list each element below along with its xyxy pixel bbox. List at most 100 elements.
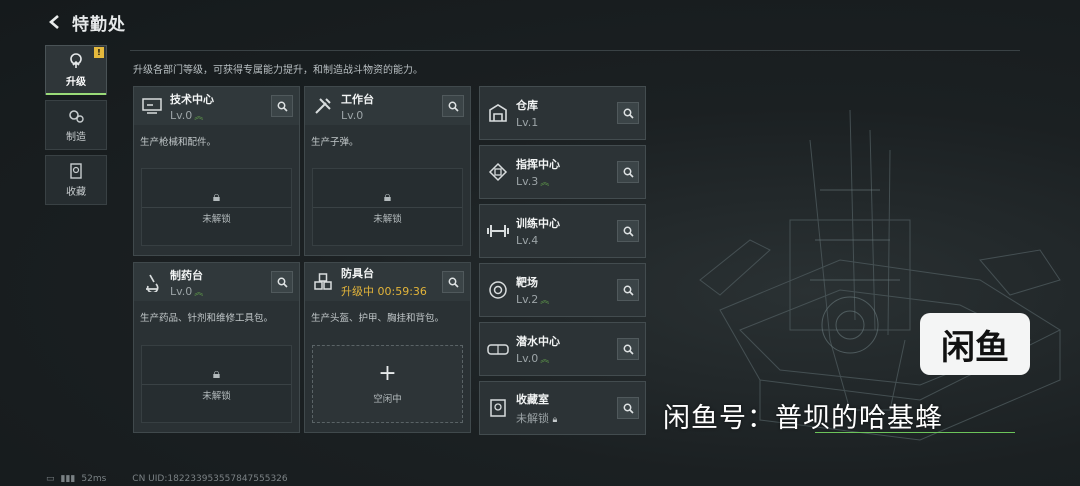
nav-tab-label: 升级 [66,77,86,88]
slot-status: 未解锁 [202,391,231,402]
facility-command-center[interactable]: 指挥中心 Lv.3 ︽ [479,145,646,199]
nav-tab-craft[interactable]: 制造 [45,100,107,150]
search-icon[interactable] [617,220,639,242]
collection-room-icon [480,381,516,435]
signal-icon: ▮▮▮ [60,474,76,484]
facility-level: Lv.2 ︽ [516,293,550,306]
upgrade-chevron-icon: ︽ [194,111,204,122]
gears-icon [67,107,85,125]
facility-training-center[interactable]: 训练中心 Lv.4 [479,204,646,258]
production-slot: 🔒︎ 未解锁 [141,345,292,423]
chip-icon [480,145,516,199]
workshop-level: Lv.0 ︽ [170,108,204,122]
search-icon[interactable] [442,271,464,293]
card-header: 技术中心 Lv.0 ︽ [134,87,299,125]
diving-goggles-icon [480,322,516,376]
workshop-name: 工作台 [341,92,374,106]
workshop-card-pharmacy[interactable]: 制药台 Lv.0 ︽ 生产药品、针剂和维修工具包。 🔒︎ 未解锁 [133,262,300,433]
workshop-card-armor[interactable]: 防具台 升级中 00:59:36 生产头盔、护甲、胸挂和背包。 + 空闲中 [304,262,471,433]
target-icon [480,263,516,317]
upgrade-chevron-icon: ︽ [540,355,550,365]
search-icon[interactable] [617,279,639,301]
facility-name: 潜水中心 [516,335,560,348]
workshop-name: 技术中心 [170,92,214,106]
workshop-card-tech-center[interactable]: 技术中心 Lv.0 ︽ 生产枪械和配件。 🔒︎ 未解锁 [133,86,300,256]
upgrade-chevron-icon: ︽ [540,296,550,306]
facility-name: 指挥中心 [516,158,560,171]
ping-readout: 52ms [81,474,107,484]
facility-level: Lv.3 ︽ [516,175,550,188]
card-header: 工作台 Lv.0 [305,87,470,125]
search-icon[interactable] [617,397,639,419]
facility-name: 靶场 [516,276,538,289]
slot-status: 未解锁 [202,214,231,225]
facility-name: 仓库 [516,99,538,112]
production-slot: 🔒︎ 未解锁 [141,168,292,246]
back-arrow-icon[interactable] [44,11,66,33]
production-slot-idle[interactable]: + 空闲中 [312,345,463,423]
header-divider [130,50,1020,51]
workshop-description: 生产子弹。 [311,137,359,148]
slot-status: 未解锁 [373,214,402,225]
tech-center-icon [134,87,170,125]
player-uid: CN UID:182233953557847555326 [132,474,288,484]
nav-tab-upgrade[interactable]: ! 升级 [45,45,107,95]
nav-tab-collection[interactable]: 收藏 [45,155,107,205]
card-header: 防具台 升级中 00:59:36 [305,263,470,301]
facility-level: Lv.1 [516,116,539,129]
search-icon[interactable] [271,95,293,117]
warehouse-icon [480,86,516,140]
workshop-name: 制药台 [170,268,203,282]
workshop-card-workbench[interactable]: 工作台 Lv.0 生产子弹。 🔒︎ 未解锁 [304,86,471,256]
watermark-text: 闲鱼号：普坝的哈基蜂 [663,403,943,434]
workshop-description: 生产头盔、护甲、胸挂和背包。 [311,313,445,324]
search-icon[interactable] [617,338,639,360]
armor-cubes-icon [305,263,341,301]
search-icon[interactable] [617,102,639,124]
intro-text: 升级各部门等级，可获得专属能力提升，和制造战斗物资的能力。 [133,65,423,76]
search-icon[interactable] [617,161,639,183]
page-title: 特勤处 [72,14,126,35]
facility-name: 收藏室 [516,392,549,406]
lock-icon: 🔒︎ [208,366,225,382]
lock-icon: 🔒︎ [552,414,558,425]
watermark-logo: 闲鱼 [920,313,1030,375]
workshop-level: Lv.0 [341,108,364,122]
upgrade-timer: 升级中 00:59:36 [341,285,427,298]
nav-tab-label: 制造 [66,132,86,143]
upgrade-icon [67,52,85,70]
facility-level: Lv.4 [516,234,539,247]
search-icon[interactable] [271,271,293,293]
upgrade-chevron-icon: ︽ [540,178,550,188]
facility-level: 未解锁 🔒︎ [516,411,558,425]
workbench-tools-icon [305,87,341,125]
workshop-description: 生产药品、针剂和维修工具包。 [140,313,274,324]
slot-status: 空闲中 [373,394,402,405]
battery-icon: ▭ [46,474,55,484]
facility-diving-center[interactable]: 潜水中心 Lv.0 ︽ [479,322,646,376]
search-icon[interactable] [442,95,464,117]
workshop-level: Lv.0 ︽ [170,284,204,298]
facility-warehouse[interactable]: 仓库 Lv.1 [479,86,646,140]
side-nav: ! 升级 制造 收藏 [45,45,107,210]
workshop-description: 生产枪械和配件。 [140,137,217,148]
facility-level: Lv.0 ︽ [516,352,550,365]
facility-shooting-range[interactable]: 靶场 Lv.2 ︽ [479,263,646,317]
collection-icon [67,162,85,180]
facility-collection-room[interactable]: 收藏室 未解锁 🔒︎ [479,381,646,435]
lock-icon: 🔒︎ [379,189,396,205]
lock-icon: 🔒︎ [208,189,225,205]
upgrade-chevron-icon: ︽ [194,287,204,298]
watermark-underline [815,432,1015,433]
workshop-name: 防具台 [341,267,374,280]
status-bar: ▭ ▮▮▮ 52ms CN UID:182233953557847555326 [46,474,288,484]
plus-icon: + [378,361,397,386]
dumbbell-icon [480,204,516,258]
nav-tab-label: 收藏 [66,187,86,198]
microscope-icon [134,263,170,301]
facility-name: 训练中心 [516,217,560,230]
production-slot: 🔒︎ 未解锁 [312,168,463,246]
top-bar: 特勤处 [44,8,126,36]
card-header: 制药台 Lv.0 ︽ [134,263,299,301]
notification-badge: ! [94,47,104,58]
